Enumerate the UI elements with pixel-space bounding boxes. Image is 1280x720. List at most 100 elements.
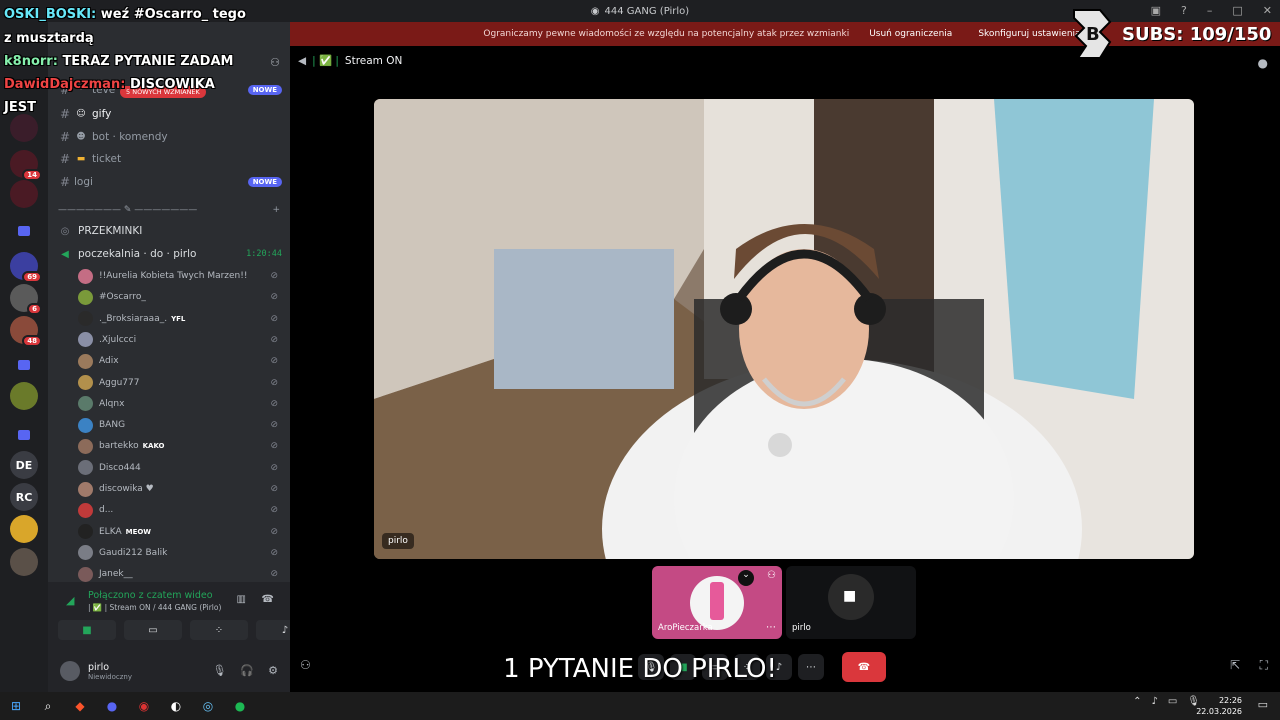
channel-sidebar: ⚇ # · teve NOWE 5 NOWYCH WZMIANEK # ☺ gi… (48, 22, 314, 692)
voice-user[interactable]: !!Aurelia Kobieta Twych Marzen!! ⊘ (78, 266, 278, 286)
voice-user[interactable]: .Xjulccci ⊘ (78, 330, 278, 350)
chat-line: JEST (4, 100, 36, 115)
voice-user-name: ._Broksiaraaa_. (99, 313, 168, 324)
voice-channel-przekminki[interactable]: ◎ PRZEKMINKI (56, 221, 282, 241)
browser-icon[interactable]: ◉ (128, 692, 160, 720)
voice-icon: ◎ (60, 225, 70, 237)
server-icon[interactable] (10, 515, 38, 543)
deafened-icon: ⊘ (270, 484, 278, 494)
voice-user[interactable]: Aggu777 ⊘ (78, 373, 278, 393)
user-tag: KAKO (142, 442, 165, 451)
bottle-icon (710, 582, 724, 620)
user-tag: YFL (171, 314, 186, 323)
avatar (78, 524, 93, 540)
clock[interactable]: 22:26 22.03.2026 (1196, 695, 1242, 717)
spotify-icon[interactable]: ● (224, 692, 256, 720)
steam-icon[interactable]: ◎ (192, 692, 224, 720)
channel-item-bot-komendy[interactable]: # ☻ bot · komendy (56, 127, 282, 147)
folder-icon[interactable] (18, 360, 30, 370)
voice-user[interactable]: ELKA MEOW ⊘ (78, 522, 278, 542)
voice-user[interactable]: d... ⊘ (78, 500, 278, 520)
add-channel-icon[interactable]: + (272, 205, 280, 215)
voice-user[interactable]: Gaudi212 Balik ⊘ (78, 543, 278, 563)
chevron-up-icon[interactable]: ⌃ (1133, 696, 1141, 707)
app-icon: ◉ (590, 5, 600, 17)
hash-icon: # (59, 130, 71, 144)
chat-line: z musztardą (4, 31, 94, 46)
voice-user[interactable]: BANG ⊘ (78, 415, 278, 435)
voice-user[interactable]: Adix ⊘ (78, 351, 278, 371)
server-icon[interactable] (10, 114, 38, 142)
server-icon[interactable] (10, 548, 38, 576)
voice-user[interactable]: Alqnx ⊘ (78, 394, 278, 414)
discord-app: ◉ 444 GANG (Pirlo) ▣ ? – □ ✕ 14 69 6 48 … (0, 0, 1280, 692)
deafened-icon: ⊘ (270, 441, 278, 452)
server-icon[interactable]: 48 (10, 316, 42, 347)
deafened-icon: ⊘ (270, 505, 278, 516)
avatar (78, 438, 93, 454)
server-icon[interactable]: 14 (10, 150, 42, 181)
folder-icon[interactable] (18, 226, 30, 236)
voice-user-name: Adix (99, 356, 119, 367)
server-rc[interactable]: RC (10, 483, 38, 511)
folder-icon[interactable] (18, 430, 30, 440)
voice-channel-poczekalnia[interactable]: ◀ poczekalnia · do · pirlo 1:20:44 (56, 244, 282, 264)
voice-status-title: Połączono z czatem wideo (88, 590, 213, 601)
add-friend-icon[interactable]: ⚇ (270, 56, 280, 69)
notice-text: Ograniczamy pewne wiadomości ze względu … (483, 29, 850, 39)
svg-text:B: B (1086, 24, 1100, 45)
noise-suppression-icon[interactable]: ▥ (237, 594, 246, 605)
server-icon[interactable]: 69 (10, 252, 42, 283)
voice-user[interactable]: bartekko KAKO ⊘ (78, 436, 278, 456)
channel-item-logi[interactable]: # logi NOWE (56, 172, 282, 192)
remove-restrictions-button[interactable]: Usuń ograniczenia (863, 27, 958, 41)
more-icon[interactable]: ⋯ (766, 622, 776, 633)
disconnect-icon[interactable]: ☎ (262, 594, 274, 605)
discord-icon[interactable]: ● (96, 692, 128, 720)
speaker-icon: ◀ (61, 248, 69, 260)
voice-status-subtitle[interactable]: | ✅ | Stream ON / 444 GANG (Pirlo) (88, 603, 221, 612)
chevron-down-icon[interactable]: ⌄ (738, 570, 754, 586)
deafened-icon: ⊘ (270, 420, 278, 431)
signal-icon[interactable]: ◢ (66, 594, 74, 607)
screen-share-button[interactable]: ▭ (124, 620, 182, 640)
volume-icon[interactable]: ♪ (1151, 696, 1157, 707)
avatar (78, 566, 93, 582)
voice-user-name: .Xjulccci (99, 334, 137, 345)
activities-button[interactable]: ⁘ (190, 620, 248, 640)
voice-timer: 1:20:44 (246, 249, 282, 259)
main-video[interactable]: pirlo (374, 99, 1194, 559)
voice-user-name: discowika ♥ (99, 484, 154, 494)
voice-user[interactable]: ._Broksiaraaa_. YFL ⊘ (78, 309, 278, 329)
voice-user-name: Alqnx (99, 398, 125, 409)
video-stage: ◀ | ✅ | Stream ON ● pirlo AroPieczarka ⋯… (290, 46, 1280, 692)
category-divider[interactable]: ——————— ✎ ——————— + (58, 205, 280, 215)
avatar (78, 353, 93, 369)
camera-button[interactable]: ■ (58, 620, 116, 640)
search-icon[interactable]: ⌕ (32, 692, 64, 720)
avatar (78, 311, 93, 327)
brave-icon[interactable]: ◆ (64, 692, 96, 720)
taskbar: ⊞ ⌕ ◆ ● ◉ ◐ ◎ ● ⌃ ♪ ▭ 🎙 22:26 22.03.2026… (0, 692, 1280, 720)
server-de[interactable]: DE (10, 451, 38, 479)
app-icon[interactable]: ◐ (160, 692, 192, 720)
server-icon[interactable]: 6 (10, 284, 42, 315)
voice-user-name: BANG (99, 420, 126, 431)
server-icon[interactable] (10, 382, 38, 410)
channel-item-ticket[interactable]: # ▬ ticket (56, 149, 282, 169)
add-user-icon[interactable]: ⚇ (767, 570, 776, 581)
hash-icon: # (59, 107, 71, 121)
voice-user[interactable]: #Oscarro_ ⊘ (78, 287, 278, 307)
voice-user[interactable]: discowika ♥ ⊘ (78, 479, 278, 499)
subs-text: SUBS: 109/150 (1122, 23, 1272, 45)
participant-tile-pirlo[interactable]: ■ pirlo (786, 566, 916, 639)
notifications-icon[interactable]: ▭ (1258, 698, 1268, 711)
server-icon[interactable] (10, 180, 38, 208)
windows-start-icon[interactable]: ⊞ (0, 692, 32, 720)
camera-icon: ■ (82, 624, 92, 636)
participant-tile-aropieczarka[interactable]: AroPieczarka ⋯ ⌄ ⚇ (652, 566, 782, 639)
channel-item-gify[interactable]: # ☺ gify (56, 104, 282, 124)
voice-user-name: Gaudi212 Balik (99, 547, 168, 558)
voice-user[interactable]: Disco444 ⊘ (78, 458, 278, 478)
network-icon[interactable]: ▭ (1168, 696, 1177, 707)
